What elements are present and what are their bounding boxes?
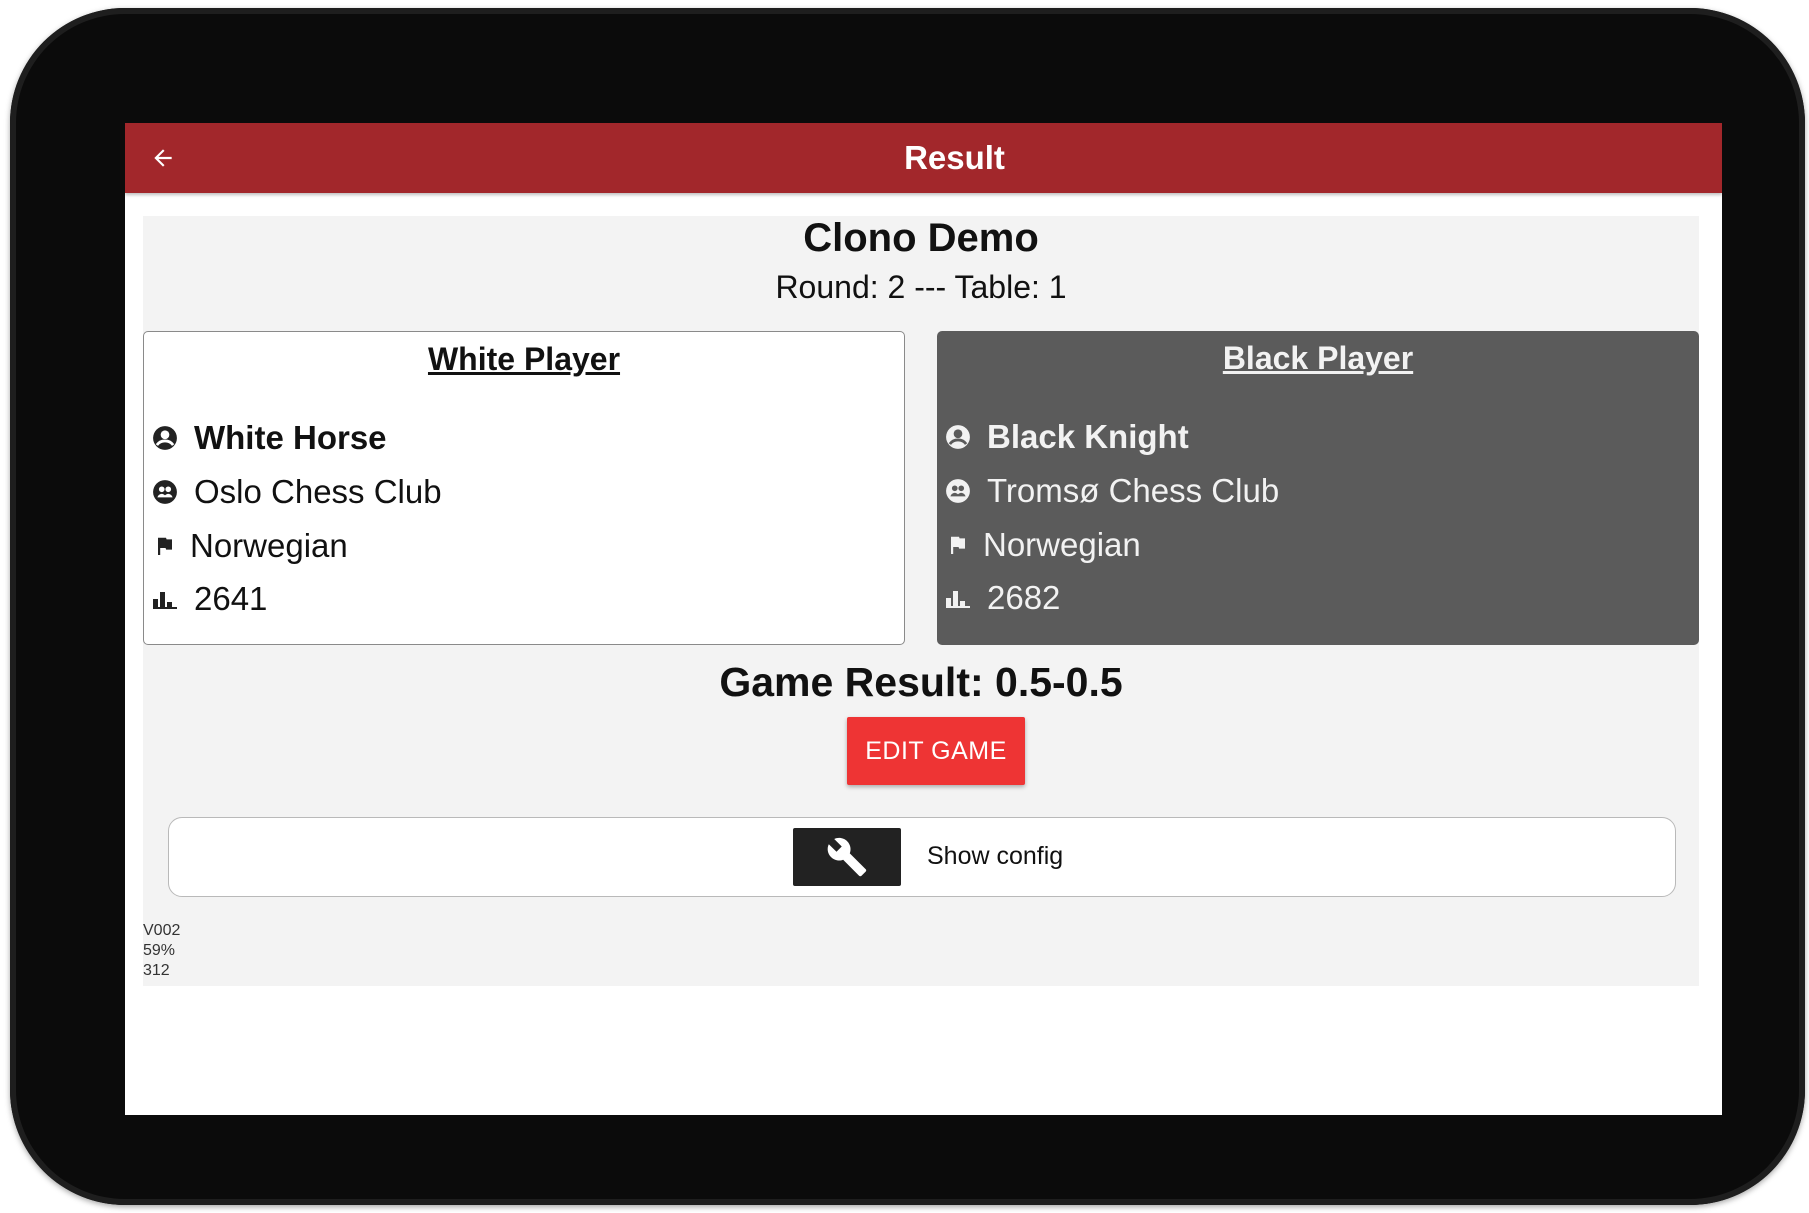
white-player-nationality: Norwegian: [190, 527, 348, 564]
device-number: 312: [143, 962, 170, 979]
black-player-nationality: Norwegian: [983, 526, 1141, 563]
bar-chart-icon: [150, 584, 180, 614]
page-title: Result: [904, 139, 1005, 176]
black-player-name: Black Knight: [987, 418, 1189, 455]
black-player-heading: Black Player: [1222, 340, 1414, 376]
black-player-nationality-row: Norwegian: [943, 525, 1141, 565]
bar-chart-icon: [943, 583, 973, 613]
black-player-rating-row: 2682: [943, 578, 1060, 618]
flag-icon: [150, 531, 180, 561]
tablet-frame: Result Clono Demo Round: 2 --- Table: 1 …: [10, 8, 1805, 1205]
account-circle-icon: [943, 422, 973, 452]
battery-percent: 59%: [143, 942, 176, 959]
black-player-club: Tromsø Chess Club: [987, 472, 1280, 509]
white-player-club: Oslo Chess Club: [194, 473, 442, 510]
show-config-toggle[interactable]: Show config: [168, 817, 1676, 897]
edit-game-button[interactable]: EDIT GAME: [847, 717, 1025, 785]
group-icon: [943, 476, 973, 506]
app-bar: Result: [125, 123, 1722, 193]
game-result: Game Result: 0.5-0.5: [719, 659, 1123, 705]
white-player-heading: White Player: [427, 341, 621, 377]
black-player-name-row: Black Knight: [943, 417, 1189, 457]
white-player-nationality-row: Norwegian: [150, 526, 348, 566]
white-player-rating: 2641: [194, 580, 268, 617]
version-code: V002: [143, 922, 181, 939]
white-player-club-row: Oslo Chess Club: [150, 472, 442, 512]
white-player-name: White Horse: [194, 419, 387, 456]
black-player-club-row: Tromsø Chess Club: [943, 471, 1279, 511]
white-player-name-row: White Horse: [150, 418, 387, 458]
show-config-label: Show config: [927, 842, 1064, 870]
round-table-info: Round: 2 --- Table: 1: [775, 269, 1067, 305]
flag-icon: [943, 530, 973, 560]
account-circle-icon: [150, 423, 180, 453]
group-icon: [150, 477, 180, 507]
version-info: V002 59% 312: [143, 921, 180, 981]
event-name: Clono Demo: [803, 216, 1039, 260]
white-player-rating-row: 2641: [150, 579, 267, 619]
white-player-card: White Player White Horse Oslo Chess Club: [143, 331, 905, 645]
result-panel: Clono Demo Round: 2 --- Table: 1 White P…: [143, 216, 1699, 986]
black-player-card: Black Player Black Knight Tromsø Chess C…: [937, 331, 1699, 645]
wrench-button[interactable]: [793, 828, 901, 886]
wrench-icon: [827, 837, 867, 877]
app-screen: Result Clono Demo Round: 2 --- Table: 1 …: [125, 123, 1722, 1115]
black-player-rating: 2682: [987, 579, 1061, 616]
